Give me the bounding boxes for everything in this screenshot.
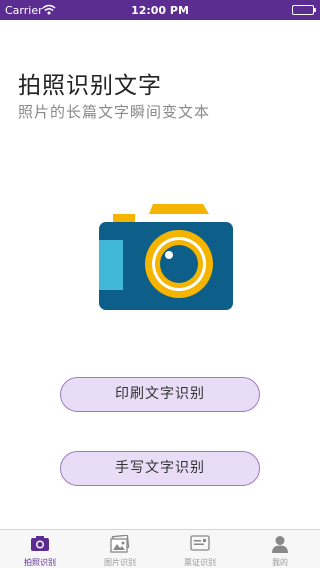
tab-document-recognition[interactable]: 票证识别 [160, 530, 240, 568]
person-icon [272, 536, 288, 553]
id-card-icon [190, 535, 210, 551]
tab-label: 图片识别 [104, 558, 136, 567]
tab-label: 拍照识别 [24, 558, 56, 567]
status-bar: Carrier 12:00 PM [0, 0, 320, 20]
page-subtitle: 照片的长篇文字瞬间变文本 [18, 103, 211, 121]
battery-icon [292, 5, 316, 15]
status-time: 12:00 PM [131, 4, 189, 17]
image-icon [110, 535, 130, 553]
tab-label: 我的 [272, 558, 288, 567]
tab-label: 票证识别 [184, 558, 216, 567]
tab-profile[interactable]: 我的 [240, 530, 320, 568]
print-text-recognition-button[interactable]: 印刷文字识别 [60, 377, 260, 412]
tab-bar: 拍照识别 图片识别 票证识别 我的 [0, 529, 320, 568]
tab-image-recognition[interactable]: 图片识别 [80, 530, 160, 568]
camera-icon [31, 536, 49, 551]
tab-photo-recognition[interactable]: 拍照识别 [0, 530, 80, 568]
page-title: 拍照识别文字 [18, 73, 162, 99]
handwriting-recognition-button[interactable]: 手写文字识别 [60, 451, 260, 486]
camera-illustration [99, 204, 233, 310]
